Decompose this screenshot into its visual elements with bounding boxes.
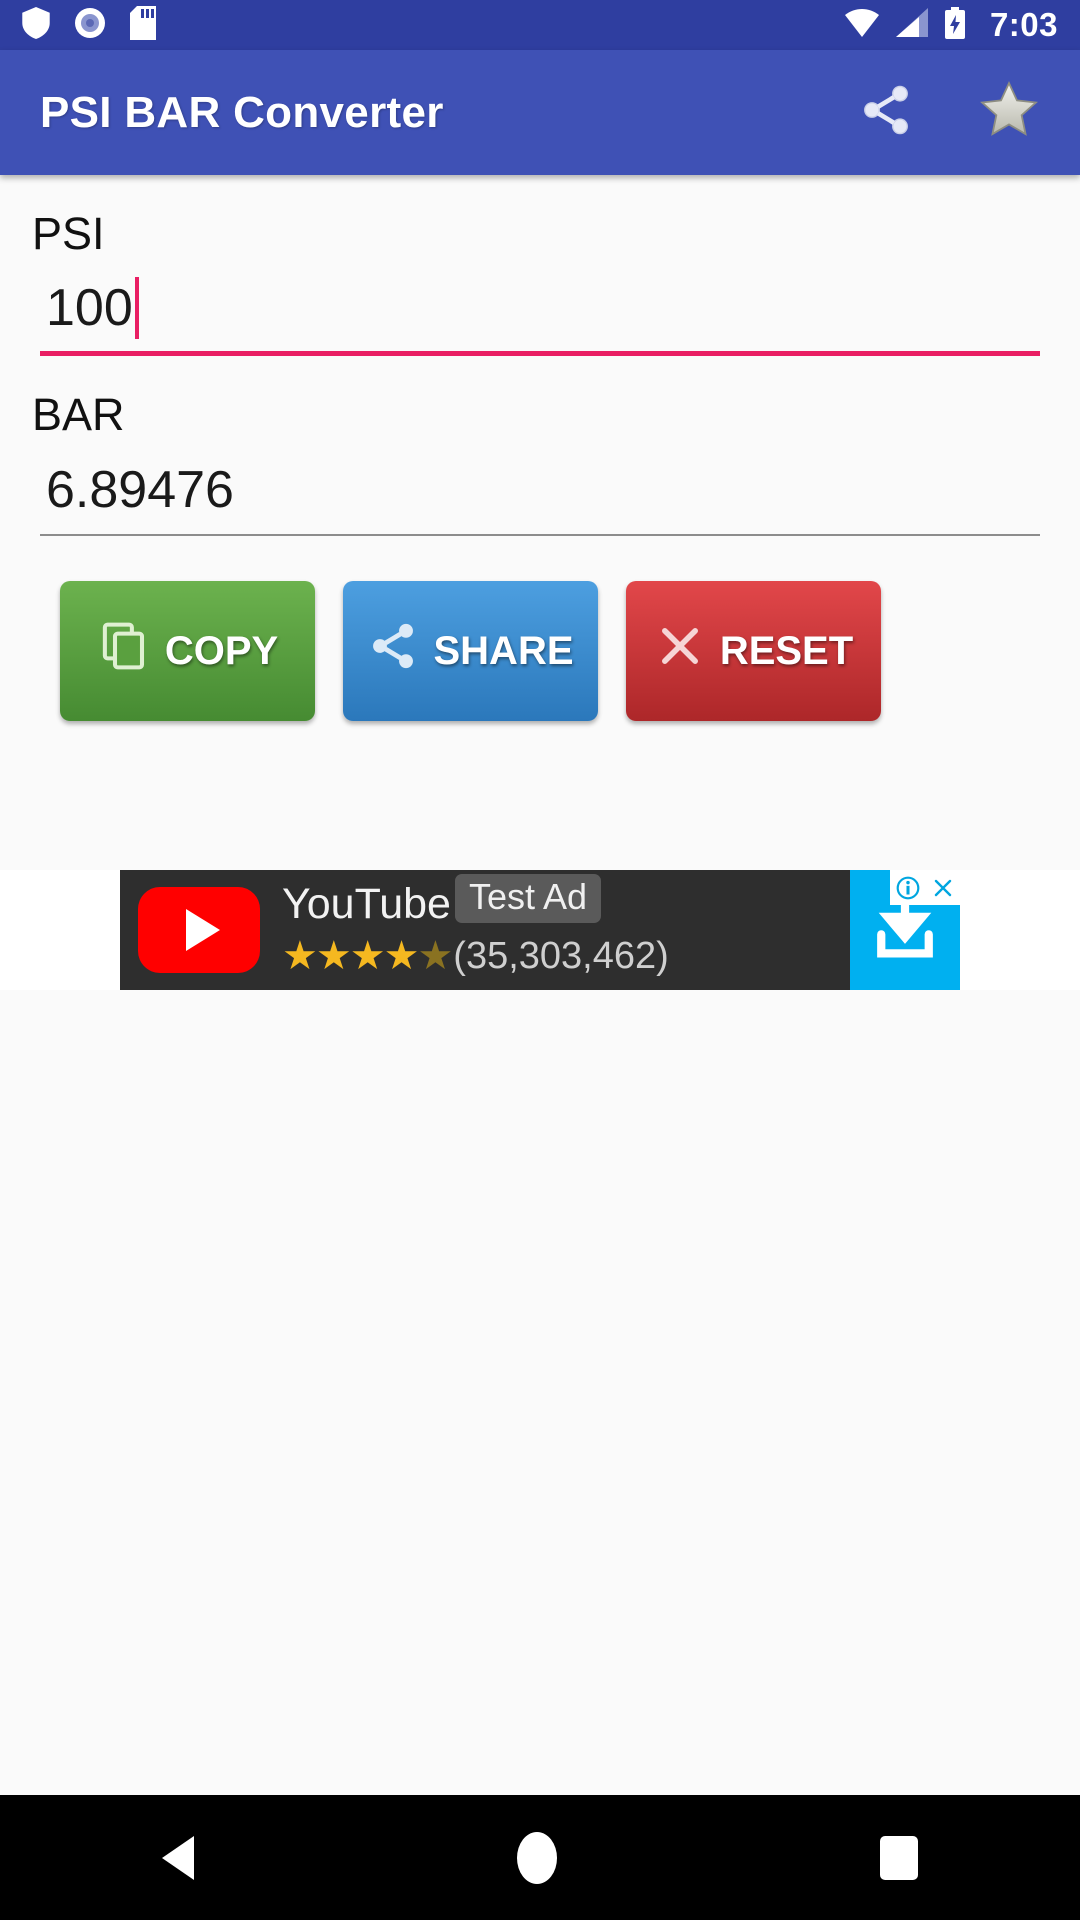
reset-button-label: RESET — [719, 628, 854, 673]
bar-output-value: 6.89476 — [46, 461, 234, 519]
share-button[interactable]: SHARE — [343, 581, 598, 721]
reset-button[interactable]: RESET — [626, 581, 881, 721]
bar-input-underline — [40, 534, 1040, 536]
status-bar-left-icons — [22, 5, 156, 45]
psi-input[interactable]: 100 — [40, 267, 1040, 351]
bar-field-label: BAR — [32, 389, 125, 440]
ad-title-row: YouTube Test Ad — [282, 873, 669, 928]
copy-button-label: COPY — [164, 628, 279, 673]
app-bar: PSI BAR Converter — [0, 50, 1080, 175]
copy-icon — [97, 619, 151, 683]
ad-text-block: YouTube Test Ad ★★★★ ★ (35,303,462) — [282, 873, 669, 978]
sd-card-icon — [130, 5, 156, 45]
status-bar: 7:03 — [0, 0, 1080, 50]
ad-content[interactable]: YouTube Test Ad ★★★★ ★ (35,303,462) — [120, 870, 850, 990]
ad-rating-count: (35,303,462) — [453, 934, 669, 977]
home-circle-icon[interactable] — [516, 1831, 557, 1884]
app-bar-actions — [858, 79, 1040, 146]
ad-controls — [890, 870, 960, 905]
ad-title: YouTube — [282, 879, 451, 928]
play-triangle-icon — [185, 909, 220, 951]
battery-charging-icon — [944, 6, 966, 44]
youtube-logo-icon — [138, 887, 260, 973]
recents-square-icon[interactable] — [880, 1835, 919, 1880]
ad-banner-container: YouTube Test Ad ★★★★ ★ (35,303,462) — [0, 870, 1080, 990]
psi-input-value: 100 — [46, 279, 133, 337]
phone-screen: 7:03 PSI BAR Converter PSI 100 BAR 6.894… — [0, 0, 1080, 1920]
ad-badge: Test Ad — [454, 873, 602, 923]
bar-input-wrap[interactable]: 6.89476 — [40, 448, 1040, 536]
ad-install-button[interactable] — [850, 870, 960, 990]
ad-close-icon[interactable] — [925, 870, 960, 905]
psi-field-label: PSI — [32, 208, 105, 259]
share-icon[interactable] — [858, 82, 914, 143]
shield-icon — [22, 6, 50, 44]
copy-button[interactable]: COPY — [60, 581, 315, 721]
ad-rating: ★★★★ ★ (35,303,462) — [282, 935, 669, 978]
rating-stars-icon: ★★★★ — [282, 934, 419, 978]
main-content: PSI 100 BAR 6.89476 COPY SHARE RESET — [0, 175, 1080, 721]
ad-banner[interactable]: YouTube Test Ad ★★★★ ★ (35,303,462) — [120, 870, 960, 990]
rating-half-star-icon: ★ — [417, 934, 453, 978]
psi-input-wrap[interactable]: 100 — [40, 267, 1040, 356]
page-title: PSI BAR Converter — [40, 87, 444, 137]
navigation-bar — [0, 1795, 1080, 1920]
record-circle-icon — [74, 7, 106, 44]
back-triangle-icon[interactable] — [161, 1835, 194, 1880]
ad-info-icon[interactable] — [890, 870, 925, 905]
close-x-icon — [654, 620, 706, 682]
psi-input-underline — [40, 351, 1040, 356]
cellular-signal-icon — [895, 7, 928, 43]
star-icon[interactable] — [978, 79, 1040, 146]
wifi-icon — [844, 8, 880, 43]
text-caret — [134, 277, 139, 339]
share-icon — [367, 620, 419, 682]
share-button-label: SHARE — [433, 628, 574, 673]
status-bar-right-icons: 7:03 — [844, 6, 1058, 44]
status-bar-clock: 7:03 — [989, 6, 1058, 43]
action-button-row: COPY SHARE RESET — [0, 536, 1080, 721]
